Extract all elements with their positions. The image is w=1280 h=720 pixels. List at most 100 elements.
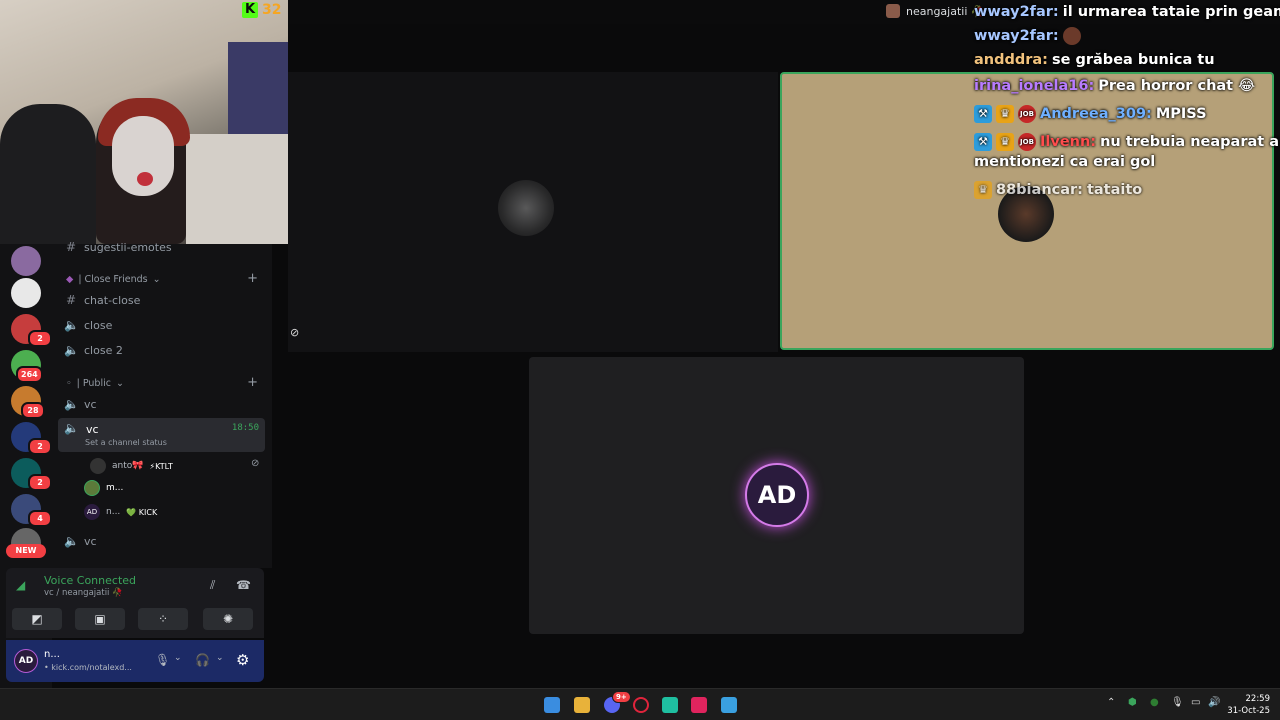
avatar: AD — [84, 504, 100, 520]
clown-nose — [137, 172, 153, 186]
chat-message: wway2far: — [974, 27, 1081, 45]
crown-badge-icon: ♛ — [974, 181, 992, 199]
chat-message: andddra: se grăbea bunica tu — [974, 52, 1215, 68]
chat-message-continued: mentionezi ca erai gol — [974, 154, 1156, 170]
display-icon[interactable]: ▭ — [1191, 697, 1200, 708]
video-tile[interactable]: AD — [529, 357, 1024, 634]
channel-item[interactable]: # chat-close — [64, 293, 140, 307]
clock[interactable]: 22:59 31-Oct-25 — [1227, 693, 1270, 717]
category-close-friends[interactable]: ◆ | Close Friends ⌄ — [66, 274, 161, 285]
mic-muted-icon: ⊘ — [290, 326, 300, 339]
channel-item[interactable]: # sugestii-emotes — [64, 240, 172, 254]
category-public[interactable]: ◦ | Public ⌄ — [66, 378, 124, 389]
participant-avatar — [498, 180, 554, 236]
disconnect-icon[interactable]: ☎ — [236, 578, 251, 592]
chat-message: ♛ 88biancar: tataito — [974, 181, 1142, 199]
chevron-down-icon: ⌄ — [152, 274, 161, 285]
channel-title: neangajatii 🥀 — [886, 4, 985, 18]
screen-share-button[interactable]: ▣ — [75, 608, 125, 630]
job-badge-icon: JOB — [1018, 105, 1036, 123]
windows-start-icon[interactable] — [544, 697, 560, 713]
tray-icon[interactable]: ● — [1150, 697, 1159, 708]
gaming-chair — [0, 104, 96, 244]
crown-badge-icon: ♛ — [996, 105, 1014, 123]
server-icon[interactable]: 2 — [11, 458, 52, 491]
user-avatar[interactable]: AD — [14, 649, 38, 673]
server-icon[interactable] — [11, 246, 41, 276]
notepad-icon[interactable] — [721, 697, 737, 713]
stream-chat-overlay: wway2far: il urmarea tataie prin geam ww… — [972, 0, 1280, 210]
signal-icon[interactable]: ◢ — [16, 578, 36, 598]
voice-member[interactable]: AD n... 💚 KICK — [84, 504, 157, 520]
channel-item[interactable]: 🔈 vc — [64, 397, 97, 411]
mic-muted-icon: ⊘ — [251, 458, 260, 469]
server-icon[interactable] — [11, 278, 41, 308]
opera-gx-icon[interactable] — [633, 697, 649, 713]
server-icon[interactable]: 28 — [11, 386, 45, 419]
chat-message: irina_ionela16: Prea horror chat 😂 — [974, 78, 1256, 94]
kick-logo-icon: K — [242, 2, 258, 18]
settings-gear-icon[interactable]: ⚙ — [236, 651, 249, 669]
server-icon[interactable]: 2 — [11, 422, 52, 455]
speaker-icon[interactable]: 🔊 — [1208, 697, 1220, 708]
speaker-icon: 🔈 — [64, 534, 79, 548]
server-icon[interactable]: 2 — [11, 314, 52, 347]
chat-message: wway2far: il urmarea tataie prin geam — [974, 4, 1280, 20]
taskbar: 9+ ⌃ ⬢ ● 🎙 ▭ 🔊 22:59 31-Oct-25 — [0, 688, 1280, 720]
background-desk — [186, 134, 288, 244]
add-channel-icon[interactable]: + — [247, 375, 258, 390]
avatar — [90, 458, 106, 474]
tiktok-icon[interactable] — [691, 697, 707, 713]
chevron-down-icon[interactable]: ⌄ — [216, 653, 224, 663]
hash-icon: # — [65, 240, 77, 254]
crown-badge-icon: ♛ — [996, 133, 1014, 151]
speaker-icon: 🔈 — [64, 318, 79, 332]
channel-item[interactable]: 🔈 vc — [64, 534, 97, 548]
voice-status-panel: ◢ Voice Connected vc / neangajatii 🥀 ⫽ ☎… — [6, 568, 264, 638]
server-icon[interactable]: 4 — [11, 494, 52, 527]
new-badge: NEW — [6, 544, 46, 558]
chat-message: ⚒ ♛ JOB Andreea_309: MPISS — [974, 105, 1207, 123]
speaker-icon: 🔈 — [64, 421, 79, 435]
channel-list: # sugestii-emotes ◆ | Close Friends ⌄ + # ch… — [52, 240, 272, 568]
emote-icon — [1062, 27, 1081, 45]
security-tray-icon[interactable]: ⬢ — [1128, 697, 1137, 708]
streamer-webcam: K 32 — [0, 0, 288, 244]
noise-suppression-icon[interactable]: ⫽ — [210, 578, 215, 593]
voice-member[interactable]: anto🎀 ⚡KTLT — [90, 458, 173, 474]
hash-icon: # — [65, 293, 77, 307]
server-icon[interactable]: 264 — [11, 350, 43, 383]
avatar — [84, 480, 100, 496]
app-icon[interactable] — [662, 697, 678, 713]
headphones-icon[interactable]: 🎧 — [195, 653, 210, 667]
activities-button[interactable]: ⁘ — [138, 608, 188, 630]
soundboard-button[interactable]: ✺ — [203, 608, 253, 630]
kick-viewer-count: K 32 — [242, 2, 281, 18]
participant-avatar: AD — [745, 463, 809, 527]
user-panel: AD n... • kick.com/notalexd... 🎙 ⌄ 🎧 ⌄ ⚙ — [6, 640, 264, 682]
category-emoji-icon: ◦ — [66, 378, 72, 389]
active-voice-channel[interactable]: 🔈 vc 18:50 Set a channel status — [58, 418, 265, 452]
channel-item[interactable]: 🔈 close — [64, 318, 112, 332]
category-emoji-icon: ◆ — [66, 274, 74, 285]
microphone-icon[interactable]: 🎙 — [1171, 697, 1184, 708]
chevron-up-icon[interactable]: ⌃ — [1107, 697, 1115, 708]
file-explorer-icon[interactable] — [574, 697, 590, 713]
add-channel-icon[interactable]: + — [247, 271, 258, 286]
background-monitor — [228, 42, 288, 142]
speaker-icon: 🔈 — [64, 343, 79, 357]
channel-item[interactable]: 🔈 close 2 — [64, 343, 123, 357]
camera-off-button[interactable]: ◩ — [12, 608, 62, 630]
discord-icon[interactable]: 9+ — [604, 691, 631, 713]
moderator-badge-icon: ⚒ — [974, 105, 992, 123]
chevron-down-icon[interactable]: ⌄ — [174, 653, 182, 663]
chat-message: ⚒ ♛ JOB Ilvenn: nu trebuia neaparat a — [974, 133, 1279, 151]
voice-member[interactable]: m... — [84, 480, 123, 496]
microphone-icon[interactable]: 🎙 — [155, 653, 170, 667]
job-badge-icon: JOB — [1018, 133, 1036, 151]
video-tile[interactable] — [288, 72, 778, 352]
speaker-icon: 🔈 — [64, 397, 79, 411]
chevron-down-icon: ⌄ — [115, 378, 124, 389]
moderator-badge-icon: ⚒ — [974, 133, 992, 151]
server-avatar-icon — [886, 4, 900, 18]
